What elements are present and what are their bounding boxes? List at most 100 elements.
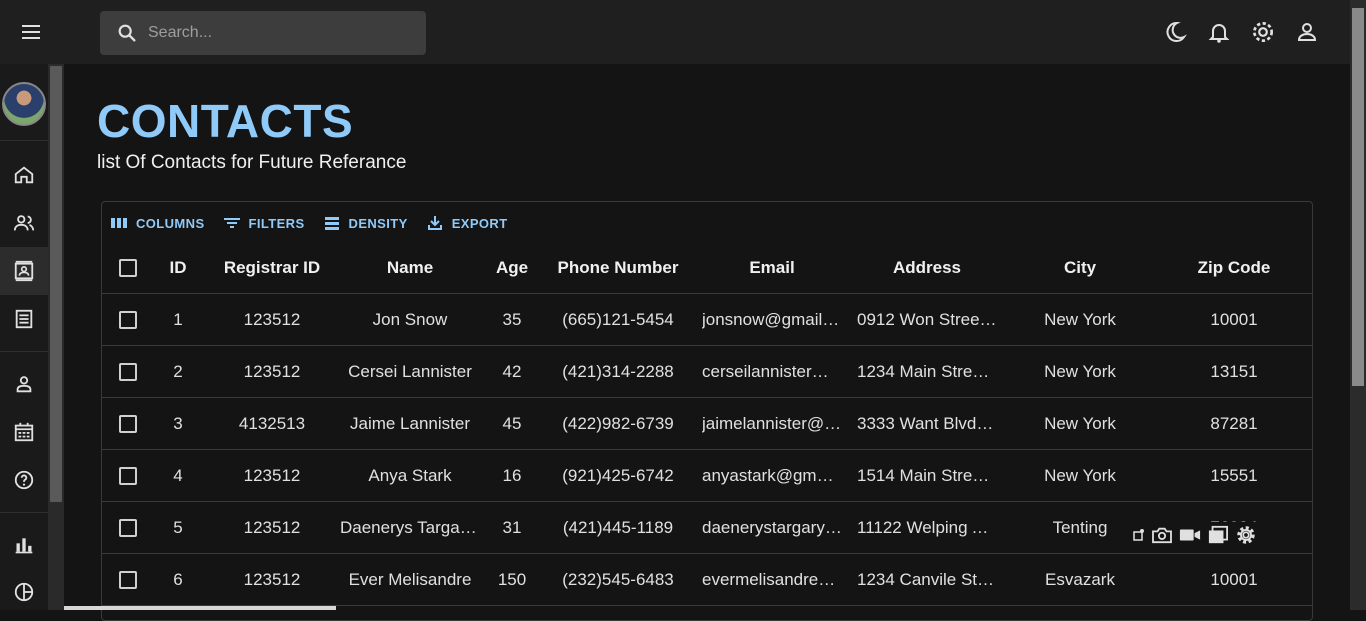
- cell-address: 0912 Won Street, Alabama, SY 10001: [857, 309, 997, 329]
- table-row[interactable]: 4 123512 Anya Stark 16 (921)425-6742 any…: [102, 450, 1312, 502]
- menu-icon[interactable]: [18, 20, 46, 44]
- sidebar-item-contacts[interactable]: [0, 247, 48, 295]
- header-address[interactable]: Address: [857, 258, 997, 278]
- cell-name: Anya Stark: [368, 465, 452, 485]
- filters-button[interactable]: FILTERS: [223, 214, 305, 232]
- table-row[interactable]: 6 123512 Ever Melisandre 150 (232)545-64…: [102, 554, 1312, 606]
- sidebar-item-bar-chart[interactable]: [0, 521, 48, 569]
- page-scrollbar[interactable]: [1350, 0, 1366, 610]
- row-checkbox[interactable]: [119, 466, 137, 485]
- row-checkbox[interactable]: [119, 310, 137, 329]
- cell-registrar-id: 123512: [243, 361, 301, 381]
- cell-address: 1514 Main Street, New York, NY 22298: [857, 465, 997, 485]
- scrollbar-thumb[interactable]: [50, 66, 62, 502]
- cell-age: 150: [497, 569, 527, 589]
- table-row[interactable]: 3 4132513 Jaime Lannister 45 (422)982-67…: [102, 398, 1312, 450]
- header-registrar-id[interactable]: Registrar ID: [212, 258, 332, 278]
- cell-zip: 87281: [1210, 413, 1258, 433]
- columns-button[interactable]: COLUMNS: [110, 214, 205, 232]
- page-title: CONTACTS: [97, 95, 354, 147]
- cell-address: 1234 Canvile Street, Esvazark, NY 10001: [857, 569, 997, 589]
- horizontal-scrollbar[interactable]: [64, 606, 336, 610]
- search-box: [100, 11, 426, 55]
- divider: [0, 140, 48, 141]
- capture-settings-icon[interactable]: [1234, 523, 1258, 547]
- sidebar-item-faq[interactable]: [0, 456, 48, 504]
- cell-registrar-id: 123512: [243, 517, 301, 537]
- divider: [0, 351, 48, 352]
- contacts-icon: [14, 260, 34, 282]
- cell-phone: (421)314-2288: [562, 361, 674, 381]
- header-city[interactable]: City: [1022, 258, 1138, 278]
- select-all-checkbox[interactable]: [119, 258, 137, 277]
- receipt-icon: [15, 309, 33, 329]
- cell-address: 11122 Welping Ave, Tenting, CD 21321: [857, 517, 997, 537]
- grid-toolbar: COLUMNS FILTERS DENSITY EXPORT: [110, 214, 508, 232]
- cell-city: Esvazark: [1045, 569, 1115, 589]
- header-zip[interactable]: Zip Code: [1172, 258, 1296, 278]
- cell-email: anyastark@gmail.com: [702, 465, 842, 485]
- gear-icon[interactable]: [1250, 18, 1276, 46]
- cell-city: New York: [1044, 309, 1116, 329]
- row-checkbox[interactable]: [119, 362, 137, 381]
- cell-phone: (422)982-6739: [562, 413, 674, 433]
- bell-icon[interactable]: [1206, 18, 1232, 46]
- avatar[interactable]: [2, 82, 46, 126]
- cell-id: 6: [173, 569, 183, 589]
- search-input[interactable]: [148, 24, 398, 42]
- contacts-grid: COLUMNS FILTERS DENSITY EXPORT ID Regist…: [101, 201, 1313, 621]
- header-id[interactable]: ID: [158, 258, 198, 278]
- sidebar-scrollbar[interactable]: [48, 64, 64, 610]
- window-capture-icon[interactable]: [1206, 523, 1230, 547]
- density-button[interactable]: DENSITY: [323, 214, 408, 232]
- cell-email: evermelisandre@gmail.com: [702, 569, 842, 589]
- cell-id: 3: [173, 413, 183, 433]
- cell-name: Jaime Lannister: [349, 413, 470, 433]
- sidebar-item-calendar[interactable]: [0, 408, 48, 456]
- sidebar-item-team[interactable]: [0, 199, 48, 247]
- cell-name: Daenerys Targaryen: [340, 517, 480, 537]
- sidebar-item-home[interactable]: [0, 151, 48, 199]
- cell-age: 42: [502, 361, 522, 381]
- bar-chart-icon: [15, 538, 33, 554]
- cell-email: daenerystargaryen@gmail.com: [702, 517, 842, 537]
- header-email[interactable]: Email: [702, 258, 842, 278]
- video-camera-icon[interactable]: [1178, 523, 1202, 547]
- home-icon: [14, 166, 34, 184]
- cell-age: 16: [502, 465, 522, 485]
- search-icon[interactable]: [116, 22, 138, 44]
- cell-email: jaimelannister@gmail.com: [702, 413, 842, 433]
- person-icon[interactable]: [1294, 18, 1320, 46]
- cell-registrar-id: 4132513: [238, 413, 306, 433]
- table-row[interactable]: 1 123512 Jon Snow 35 (665)121-5454 jonsn…: [102, 294, 1312, 346]
- cell-age: 35: [502, 309, 522, 329]
- screenshot-region-icon[interactable]: [1132, 523, 1146, 547]
- cell-zip: 10001: [1210, 309, 1258, 329]
- columns-label: COLUMNS: [136, 215, 205, 231]
- export-button[interactable]: EXPORT: [426, 214, 508, 232]
- camera-icon[interactable]: [1150, 523, 1174, 547]
- header-name[interactable]: Name: [340, 258, 480, 278]
- row-checkbox[interactable]: [119, 414, 137, 433]
- sidebar-item-invoices[interactable]: [0, 295, 48, 343]
- cell-email: jonsnow@gmail.com: [702, 309, 842, 329]
- cell-city: New York: [1044, 465, 1116, 485]
- columns-icon: [111, 218, 127, 228]
- cell-id: 4: [173, 465, 183, 485]
- cell-registrar-id: 123512: [243, 309, 301, 329]
- header-phone[interactable]: Phone Number: [550, 258, 686, 278]
- cell-phone: (421)445-1189: [562, 517, 674, 537]
- cell-registrar-id: 123512: [243, 465, 301, 485]
- cell-phone: (232)545-6483: [562, 569, 674, 589]
- dark-mode-icon[interactable]: [1162, 18, 1188, 46]
- scrollbar-thumb[interactable]: [1352, 8, 1364, 386]
- header-age[interactable]: Age: [492, 258, 532, 278]
- table-row[interactable]: 2 123512 Cersei Lannister 42 (421)314-22…: [102, 346, 1312, 398]
- row-checkbox[interactable]: [119, 570, 137, 589]
- row-checkbox[interactable]: [119, 518, 137, 537]
- sidebar-item-pie-chart[interactable]: [0, 568, 48, 616]
- sidebar-item-profile[interactable]: [0, 360, 48, 408]
- capture-toolbar: [1130, 522, 1260, 548]
- top-icons: [1162, 18, 1320, 46]
- divider: [0, 512, 48, 513]
